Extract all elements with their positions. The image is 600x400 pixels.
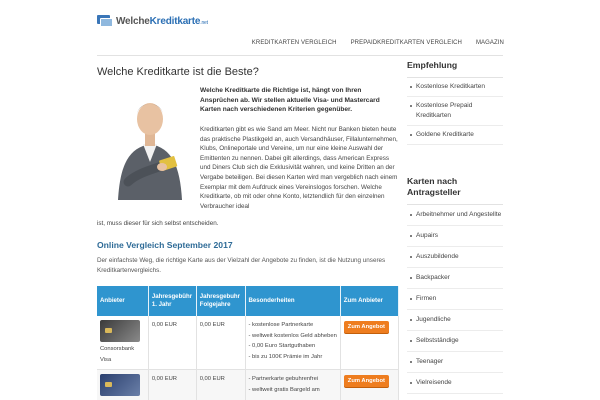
sidebar-item-label: Arbeitnehmer und Angestellte — [416, 211, 502, 218]
bullet-icon — [410, 319, 412, 321]
col-header-fee-following-years[interactable]: Jahresgebuhr Folgejahre — [196, 286, 246, 316]
logo-text-part1: Welche — [116, 15, 150, 27]
feature-item: - weltweit kostenlos Geld abheben — [248, 332, 337, 339]
sidebar-item-kostenlose-kreditkarten[interactable]: Kostenlose Kreditkarten — [407, 78, 503, 97]
bullet-icon — [410, 235, 412, 237]
provider-cell — [97, 369, 149, 400]
offer-button[interactable]: Zum Angebot — [343, 375, 389, 387]
features-cell: - Partnerkarte gebuhrenfrei - weltweit g… — [245, 369, 341, 400]
site-logo[interactable]: WelcheKreditkarte.net — [97, 13, 208, 29]
sidebar-group-recommendation: Empfehlung Kostenlose Kreditkarten Koste… — [407, 60, 503, 145]
logo-text: WelcheKreditkarte.net — [116, 16, 208, 27]
sidebar-item-aupairs[interactable]: Aupairs — [407, 226, 503, 247]
logo-text-part2: Kreditkarte — [149, 15, 201, 27]
comparison-table: Anbieter Jahresgebühr 1. Jahr Jahresgebu… — [97, 286, 400, 400]
col-header-provider[interactable]: Anbieter — [97, 286, 149, 316]
sidebar-item-auszubildende[interactable]: Auszubildende — [407, 247, 503, 268]
sidebar-item-label: Jugendliche — [416, 316, 451, 323]
sidebar-item-label: Vielreisende — [416, 379, 452, 386]
card-image[interactable] — [100, 374, 140, 396]
features-cell: - kostenlose Partnerkarte - weltweit kos… — [245, 316, 341, 370]
feature-item: - bis zu 100€ Prämie im Jahr — [248, 353, 323, 360]
bullet-icon — [410, 256, 412, 258]
intro-text-continued: ist, muss dieser für sich selbst entsche… — [97, 220, 219, 227]
sidebar-item-label: Selbstständige — [416, 337, 459, 344]
nav-prepaid-vergleich[interactable]: PREPAIDKREDITKARTEN VERGLEICH — [351, 40, 462, 46]
sidebar-item-label: Kostenlose Kreditkarten — [416, 83, 486, 90]
bullet-icon — [410, 361, 412, 363]
sidebar-group-applicant: Karten nach Antragsteller Arbeitnehmer u… — [407, 176, 503, 394]
main-content: Welche Kreditkarte ist die Beste? Welche… — [97, 66, 400, 400]
fee-following-cell: 0,00 EUR — [196, 369, 246, 400]
bullet-icon — [410, 134, 412, 136]
table-row: Consorsbank Visa 0,00 EUR 0,00 EUR - kos… — [97, 316, 400, 370]
bullet-icon — [410, 214, 412, 216]
top-navigation: KREDITKARTEN VERGLEICH PREPAIDKREDITKART… — [252, 40, 504, 46]
comparison-section-title: Online Vergleich September 2017 — [97, 240, 233, 250]
provider-cell: Consorsbank Visa — [97, 316, 149, 370]
fee-first-year-cell: 0,00 EUR — [148, 369, 197, 400]
sidebar-item-label: Kostenlose Prepaid Kreditkarten — [416, 102, 473, 119]
logo-text-tld: .net — [200, 19, 208, 26]
sidebar-item-label: Backpacker — [416, 274, 450, 281]
col-header-fee-first-year[interactable]: Jahresgebühr 1. Jahr — [148, 286, 197, 316]
nav-magazin[interactable]: MAGAZIN — [476, 40, 504, 46]
feature-item: - weltweit gratis Bargeld am — [248, 386, 320, 393]
fee-following-cell: 0,00 EUR — [196, 316, 246, 370]
sidebar: Empfehlung Kostenlose Kreditkarten Koste… — [407, 60, 503, 394]
intro-bold-text: Welche Kreditkarte die Richtige ist, hän… — [200, 87, 380, 114]
col-header-offer: Zum Anbieter — [340, 286, 400, 316]
feature-item: - 0,00 Euro Startguthaben — [248, 343, 316, 349]
provider-name: Consorsbank Visa — [100, 346, 135, 363]
header-divider — [97, 55, 503, 56]
bullet-icon — [410, 105, 412, 107]
sidebar-item-goldene-kreditkarte[interactable]: Goldene Kreditkarte — [407, 126, 503, 145]
sidebar-item-vielreisende[interactable]: Vielreisende — [407, 373, 503, 394]
sidebar-item-teenager[interactable]: Teenager — [407, 352, 503, 373]
sidebar-item-backpacker[interactable]: Backpacker — [407, 268, 503, 289]
sidebar-item-jugendliche[interactable]: Jugendliche — [407, 310, 503, 331]
table-row: 0,00 EUR 0,00 EUR - Partnerkarte gebuhre… — [97, 369, 400, 400]
intro-text: Kreditkarten gibt es wie Sand am Meer. N… — [200, 126, 398, 210]
sidebar-list-applicant: Arbeitnehmer und Angestellte Aupairs Aus… — [407, 205, 503, 394]
offer-button[interactable]: Zum Angebot — [343, 321, 389, 333]
page-title: Welche Kreditkarte ist die Beste? — [97, 66, 259, 78]
bullet-icon — [410, 382, 412, 384]
sidebar-item-kostenlose-prepaid[interactable]: Kostenlose Prepaid Kreditkarten — [407, 97, 503, 126]
sidebar-item-arbeitnehmer[interactable]: Arbeitnehmer und Angestellte — [407, 205, 503, 226]
sidebar-title-applicant: Karten nach Antragsteller — [407, 176, 503, 205]
comparison-section-text: Der einfachste Weg, die richtige Karte a… — [97, 257, 386, 274]
offer-cell: Zum Angebot — [340, 369, 400, 400]
sidebar-item-label: Auszubildende — [416, 253, 459, 260]
sidebar-list-recommendation: Kostenlose Kreditkarten Kostenlose Prepa… — [407, 78, 503, 145]
feature-item: - Partnerkarte gebuhrenfrei — [248, 376, 319, 382]
table-header-row: Anbieter Jahresgebühr 1. Jahr Jahresgebu… — [97, 286, 400, 316]
page: WelcheKreditkarte.net KREDITKARTEN VERGL… — [0, 0, 600, 400]
sidebar-item-firmen[interactable]: Firmen — [407, 289, 503, 310]
sidebar-item-label: Goldene Kreditkarte — [416, 131, 474, 138]
bullet-icon — [410, 277, 412, 279]
card-image[interactable] — [100, 320, 140, 342]
sidebar-item-label: Teenager — [416, 358, 444, 365]
sidebar-title-recommendation: Empfehlung — [407, 60, 503, 78]
col-header-features[interactable]: Besonderheiten — [245, 286, 341, 316]
businessman-holding-card-image — [110, 86, 190, 200]
bullet-icon — [410, 298, 412, 300]
credit-card-icon — [97, 15, 113, 27]
fee-first-year-cell: 0,00 EUR — [148, 316, 197, 370]
sidebar-item-label: Firmen — [416, 295, 437, 302]
nav-kreditkarten-vergleich[interactable]: KREDITKARTEN VERGLEICH — [252, 40, 337, 46]
sidebar-item-label: Aupairs — [416, 232, 439, 239]
feature-item: - kostenlose Partnerkarte — [248, 322, 314, 328]
sidebar-item-selbststaendige[interactable]: Selbstständige — [407, 331, 503, 352]
offer-cell: Zum Angebot — [340, 316, 400, 370]
bullet-icon — [410, 340, 412, 342]
bullet-icon — [410, 86, 412, 88]
